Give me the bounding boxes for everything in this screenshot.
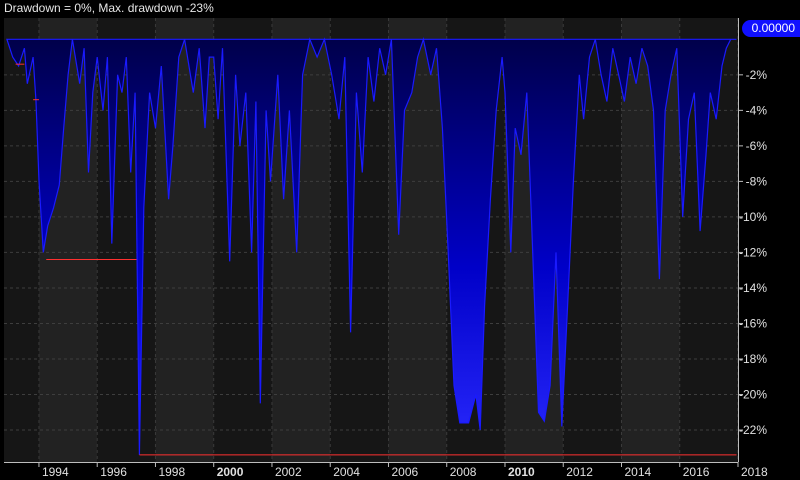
y-tick-label: -22% bbox=[739, 423, 767, 437]
x-tick-label: 2018 bbox=[741, 465, 768, 479]
x-tick-label: 2008 bbox=[450, 465, 477, 479]
y-tick-label: -4% bbox=[746, 103, 768, 117]
chart-canvas: -2% -4% -6% -8% -10% -12% -14% -16% -18% -20% -22%… bbox=[4, 18, 768, 479]
y-tick-label: -2% bbox=[746, 68, 768, 82]
y-tick-label: -16% bbox=[739, 316, 767, 330]
x-tick-label: 2014 bbox=[624, 465, 651, 479]
y-tick-label: -18% bbox=[739, 352, 767, 366]
x-tick-label: 2012 bbox=[566, 465, 593, 479]
x-tick-label: 2004 bbox=[333, 465, 360, 479]
x-tick-label: 1996 bbox=[100, 465, 127, 479]
y-tick-label: -6% bbox=[746, 139, 768, 153]
y-tick-label: -14% bbox=[739, 281, 767, 295]
x-tick-label: 2000 bbox=[217, 465, 244, 479]
x-tick-label: 1998 bbox=[158, 465, 185, 479]
drawdown-chart: -2% -4% -6% -8% -10% -12% -14% -16% -18% -20% -22%… bbox=[0, 0, 800, 480]
x-tick-label: 2010 bbox=[508, 465, 535, 479]
y-axis: -2% -4% -6% -8% -10% -12% -14% -16% -18% -20% -22% bbox=[738, 18, 767, 462]
x-tick-label: 2006 bbox=[391, 465, 418, 479]
y-tick-label: -8% bbox=[746, 174, 768, 188]
x-tick-label: 1994 bbox=[42, 465, 69, 479]
y-tick-label: -12% bbox=[739, 245, 767, 259]
year-band bbox=[4, 18, 39, 462]
x-tick-label: 2002 bbox=[275, 465, 302, 479]
x-axis: 1994 1996 1998 2000 2002 2004 2006 2008 2010 2012… bbox=[4, 462, 768, 479]
y-tick-label: -10% bbox=[739, 210, 767, 224]
x-tick-label: 2016 bbox=[683, 465, 710, 479]
chart-title: Drawdown = 0%, Max. drawdown -23% bbox=[4, 1, 214, 15]
y-tick-label: -20% bbox=[739, 388, 767, 402]
last-value-badge: 0.00000 bbox=[742, 20, 800, 37]
